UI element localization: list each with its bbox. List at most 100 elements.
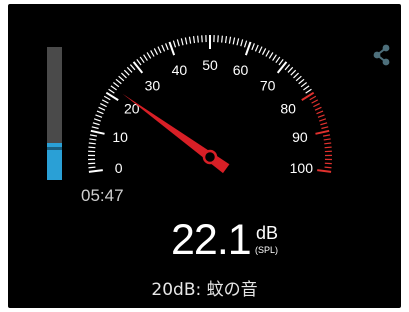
scale-label: 90 bbox=[292, 129, 308, 145]
reading-value: 22.1 bbox=[171, 216, 252, 264]
minor-tick bbox=[268, 52, 274, 59]
scale-label: 80 bbox=[280, 101, 296, 117]
reading-unit-sub: (SPL) bbox=[255, 245, 279, 255]
minor-tick bbox=[293, 72, 299, 79]
scale-label: 70 bbox=[260, 77, 276, 93]
minor-tick bbox=[118, 75, 125, 82]
minor-tick bbox=[224, 36, 228, 44]
minor-tick bbox=[303, 85, 310, 91]
minor-tick bbox=[197, 35, 199, 43]
minor-tick bbox=[96, 110, 104, 115]
minor-tick bbox=[113, 82, 120, 88]
reading-unit: dB bbox=[256, 223, 279, 243]
major-tick bbox=[88, 169, 103, 173]
minor-tick bbox=[150, 50, 155, 57]
minor-tick bbox=[172, 40, 177, 48]
minor-tick bbox=[139, 56, 145, 64]
minor-tick bbox=[146, 52, 152, 59]
needle-hub bbox=[202, 149, 218, 165]
minor-tick bbox=[157, 46, 162, 54]
scale-label: 50 bbox=[202, 57, 218, 73]
minor-tick bbox=[324, 146, 332, 149]
minor-tick bbox=[278, 59, 284, 66]
major-tick bbox=[90, 129, 105, 135]
minor-tick bbox=[313, 103, 320, 108]
minor-tick bbox=[180, 38, 184, 46]
minor-tick bbox=[188, 36, 192, 44]
minor-tick bbox=[184, 37, 188, 45]
minor-tick bbox=[309, 95, 317, 101]
minor-tick bbox=[323, 138, 331, 141]
minor-tick bbox=[322, 134, 331, 137]
minor-tick bbox=[321, 126, 329, 130]
minor-tick bbox=[258, 46, 263, 54]
minor-tick bbox=[287, 66, 294, 73]
minor-tick bbox=[275, 56, 281, 64]
minor-tick bbox=[305, 88, 312, 94]
minor-tick bbox=[298, 78, 305, 85]
minor-tick bbox=[261, 48, 267, 55]
minor-tick bbox=[92, 122, 100, 126]
minor-tick bbox=[272, 54, 277, 61]
minor-tick bbox=[316, 110, 324, 115]
major-tick bbox=[276, 61, 288, 74]
major-tick bbox=[132, 61, 144, 74]
minor-tick bbox=[236, 38, 240, 46]
major-tick bbox=[168, 41, 176, 56]
gauge-needle bbox=[122, 93, 230, 174]
meter-screen: 0 10 20 30 40 50 60 70 80 90 100 05:47 22.1 dB (SP… bbox=[8, 4, 401, 308]
minor-tick bbox=[89, 138, 97, 141]
minor-tick bbox=[121, 72, 127, 79]
minor-tick bbox=[290, 69, 297, 76]
minor-tick bbox=[123, 69, 130, 76]
major-tick bbox=[317, 169, 332, 173]
minor-tick bbox=[108, 88, 115, 94]
minor-tick bbox=[176, 39, 180, 47]
minor-tick bbox=[295, 75, 302, 82]
minor-tick bbox=[300, 82, 307, 88]
minor-tick bbox=[101, 99, 109, 104]
minor-tick bbox=[228, 36, 232, 44]
minor-tick bbox=[221, 35, 223, 43]
minor-tick bbox=[89, 134, 98, 137]
elapsed-time: 05:47 bbox=[81, 186, 124, 205]
scale-label: 20 bbox=[124, 101, 140, 117]
scale-label: 0 bbox=[115, 160, 123, 176]
minor-tick bbox=[115, 78, 122, 85]
minor-tick bbox=[243, 40, 248, 48]
minor-tick bbox=[324, 142, 332, 145]
minor-tick bbox=[100, 103, 107, 108]
major-tick bbox=[315, 129, 330, 135]
minor-tick bbox=[88, 166, 96, 169]
minor-tick bbox=[254, 44, 259, 52]
minor-tick bbox=[129, 64, 136, 71]
minor-tick bbox=[192, 36, 196, 44]
minor-tick bbox=[91, 126, 99, 130]
minor-tick bbox=[98, 106, 106, 111]
minor-tick bbox=[126, 66, 133, 73]
minor-tick bbox=[165, 43, 169, 51]
minor-tick bbox=[153, 48, 159, 55]
scale-label: 30 bbox=[145, 77, 161, 93]
minor-tick bbox=[93, 118, 101, 122]
minor-tick bbox=[110, 85, 117, 91]
scale-label: 100 bbox=[290, 160, 314, 176]
minor-tick bbox=[161, 44, 166, 52]
scale-label: 60 bbox=[233, 62, 249, 78]
minor-tick bbox=[324, 166, 332, 169]
minor-tick bbox=[88, 142, 96, 145]
minor-tick bbox=[136, 59, 142, 66]
minor-tick bbox=[320, 122, 328, 126]
minor-tick bbox=[88, 146, 96, 149]
minor-tick bbox=[319, 118, 327, 122]
minor-tick bbox=[240, 39, 244, 47]
minor-tick bbox=[95, 114, 103, 118]
minor-tick bbox=[317, 114, 325, 118]
minor-tick bbox=[251, 43, 255, 51]
minor-tick bbox=[314, 106, 322, 111]
scale-label: 10 bbox=[112, 129, 128, 145]
minor-tick bbox=[311, 99, 319, 104]
scale-label: 40 bbox=[172, 62, 188, 78]
reading-caption: 20dB: 蚊の音 bbox=[151, 280, 258, 300]
major-tick bbox=[244, 41, 252, 56]
